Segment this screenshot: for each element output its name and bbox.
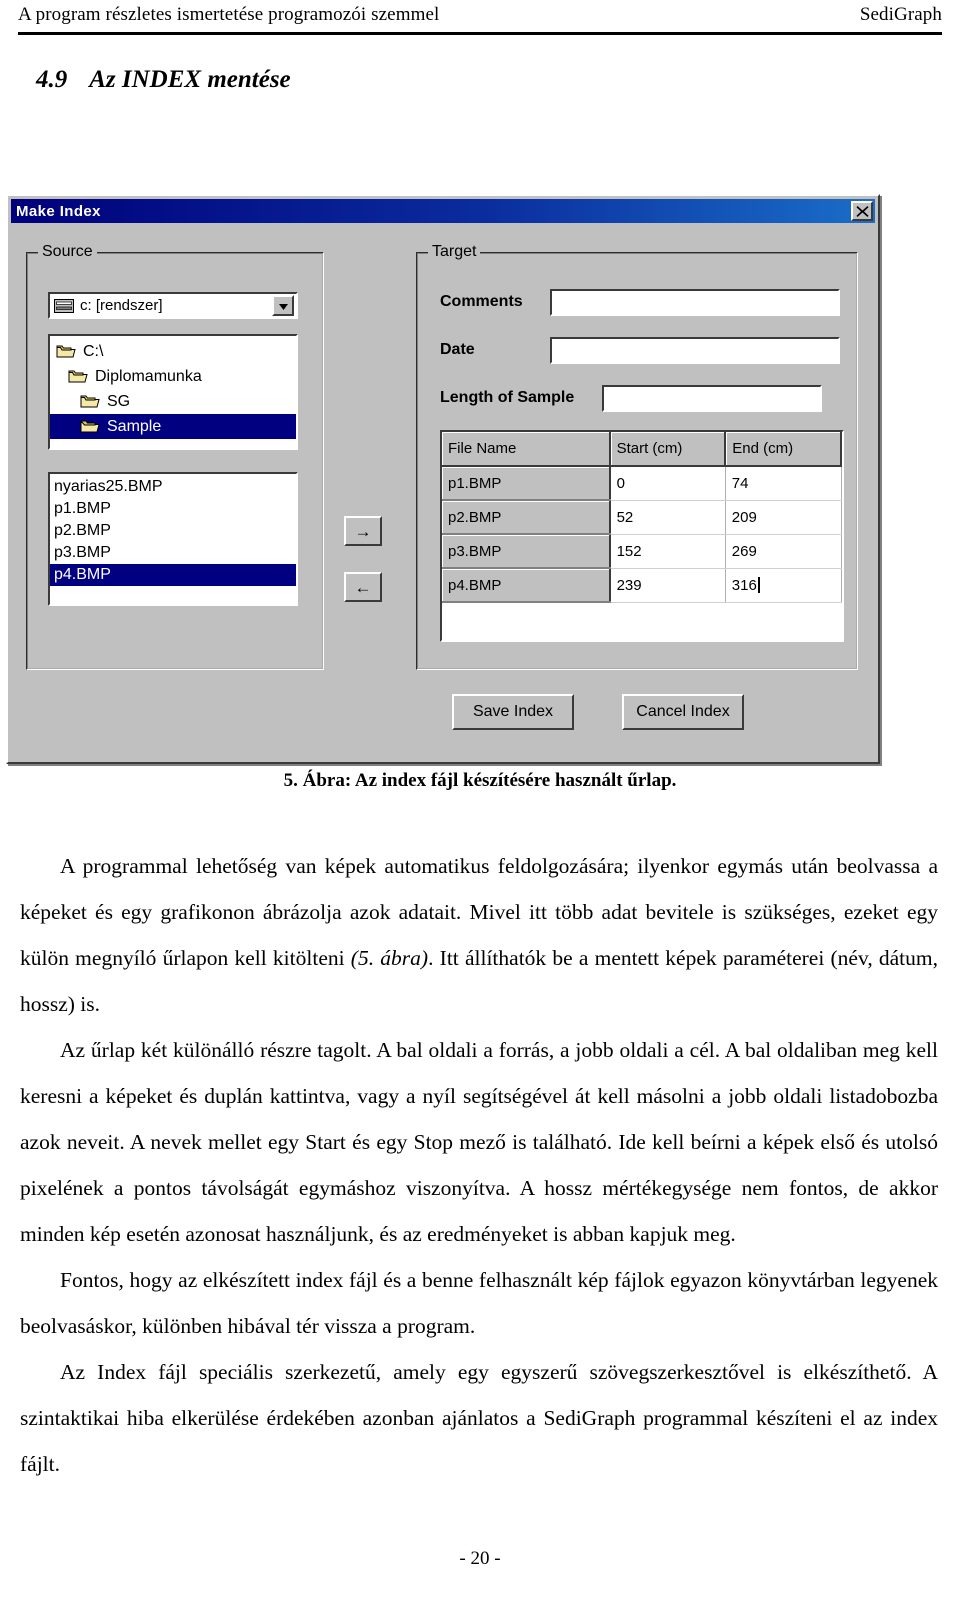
run: Az űrlap két különálló részre tagolt. A … xyxy=(20,1038,938,1246)
drive-dropdown-button[interactable] xyxy=(272,295,294,316)
run: Fontos, hogy az elkészített index fájl é… xyxy=(20,1268,938,1338)
cell-start[interactable]: 52 xyxy=(609,500,726,535)
grid-header-row: File Name Start (cm) End (cm) xyxy=(442,432,842,467)
folder-open-icon xyxy=(80,394,100,409)
chevron-down-icon xyxy=(278,297,288,315)
header-left-text: A program részletes ismertetése programo… xyxy=(18,4,440,25)
running-header: A program részletes ismertetése programo… xyxy=(18,4,942,34)
drive-select[interactable]: c: [rendszer] xyxy=(48,292,298,319)
folder-open-selected-icon xyxy=(80,419,100,434)
paragraph-2: Az űrlap két különálló részre tagolt. A … xyxy=(20,1027,938,1257)
drive-icon xyxy=(54,298,74,313)
date-field-row: Date xyxy=(440,336,840,364)
length-of-sample-label: Length of Sample xyxy=(440,389,575,406)
save-index-button[interactable]: Save Index xyxy=(452,694,574,730)
list-item[interactable]: p2.BMP xyxy=(50,520,296,542)
body-text: A programmal lehetőség van képek automat… xyxy=(20,843,938,1487)
cancel-index-button[interactable]: Cancel Index xyxy=(622,694,744,730)
list-item[interactable]: p1.BMP xyxy=(50,498,296,520)
table-row[interactable]: p3.BMP 152 269 xyxy=(442,534,842,569)
drive-select-value: c: [rendszer] xyxy=(80,297,163,314)
tree-item-sg[interactable]: SG xyxy=(50,389,296,414)
header-divider xyxy=(18,32,942,35)
table-row[interactable]: p1.BMP 0 74 xyxy=(442,466,842,501)
text-caret xyxy=(757,576,760,593)
cell-file-name[interactable]: p1.BMP xyxy=(442,466,611,501)
target-groupbox: Target Comments Date Length of Sample Fi… xyxy=(416,243,858,670)
paragraph-3: Fontos, hogy az elkészített index fájl é… xyxy=(20,1257,938,1349)
tree-item-label: SG xyxy=(107,392,131,410)
length-of-sample-input[interactable] xyxy=(602,384,822,412)
tree-item-diplomamunka[interactable]: Diplomamunka xyxy=(50,364,296,389)
cell-start[interactable]: 239 xyxy=(609,568,726,603)
comments-label: Comments xyxy=(440,293,523,310)
cell-end[interactable]: 269 xyxy=(725,534,842,569)
column-header-file-name[interactable]: File Name xyxy=(442,432,611,467)
move-left-button[interactable]: ← xyxy=(344,572,382,602)
arrow-left-icon: ← xyxy=(354,577,372,597)
index-grid[interactable]: File Name Start (cm) End (cm) p1.BMP 0 7… xyxy=(440,430,844,642)
folder-open-icon xyxy=(56,344,76,359)
list-item-selected[interactable]: p4.BMP xyxy=(50,564,296,586)
source-file-list[interactable]: nyarias25.BMP p1.BMP p2.BMP p3.BMP p4.BM… xyxy=(48,472,298,606)
source-groupbox: Source c: [rendszer] C:\ Diplomamunka SG… xyxy=(26,243,324,670)
figure-caption: 5. Ábra: Az index fájl készítésére haszn… xyxy=(283,770,677,791)
dialog-titlebar[interactable]: Make Index xyxy=(11,199,875,223)
target-legend: Target xyxy=(428,243,481,261)
section-number: 4.9 xyxy=(36,66,68,93)
comments-input[interactable] xyxy=(550,288,840,316)
cell-end-value: 316 xyxy=(731,576,757,594)
folder-open-icon xyxy=(68,369,88,384)
paragraph-1: A programmal lehetőség van képek automat… xyxy=(20,843,938,1027)
tree-item-label: Sample xyxy=(107,417,162,435)
comments-field-row: Comments xyxy=(440,288,840,316)
list-item[interactable]: nyarias25.BMP xyxy=(50,476,296,498)
cell-start[interactable]: 152 xyxy=(609,534,726,569)
tree-item-sample[interactable]: Sample xyxy=(50,414,296,439)
make-index-dialog: Make Index Source c: [rendszer] C:\ Dipl… xyxy=(6,194,880,764)
tree-item-label: Diplomamunka xyxy=(95,367,202,385)
page-title: 4.9 Az INDEX mentése xyxy=(36,66,291,94)
cell-end-editing[interactable]: 316 xyxy=(725,568,842,603)
tree-item-root[interactable]: C:\ xyxy=(50,339,296,364)
move-right-button[interactable]: → xyxy=(344,516,382,546)
dialog-title: Make Index xyxy=(16,202,101,220)
column-header-end[interactable]: End (cm) xyxy=(725,432,842,467)
table-row[interactable]: p4.BMP 239 316 xyxy=(442,568,842,603)
paragraph-4: Az Index fájl speciális szerkezetű, amel… xyxy=(20,1349,938,1487)
run: Az Index fájl speciális szerkezetű, amel… xyxy=(20,1360,938,1476)
cell-file-name[interactable]: p2.BMP xyxy=(442,500,611,535)
close-button[interactable] xyxy=(851,201,873,221)
cell-end[interactable]: 74 xyxy=(725,466,842,501)
list-item[interactable]: p3.BMP xyxy=(50,542,296,564)
date-label: Date xyxy=(440,341,475,358)
index-grid-table: File Name Start (cm) End (cm) p1.BMP 0 7… xyxy=(442,432,842,603)
cell-file-name[interactable]: p3.BMP xyxy=(442,534,611,569)
date-input[interactable] xyxy=(550,336,840,364)
cell-end[interactable]: 209 xyxy=(725,500,842,535)
tree-item-label: C:\ xyxy=(83,342,104,360)
run-italic: (5. ábra) xyxy=(350,946,429,970)
folder-tree[interactable]: C:\ Diplomamunka SG Sample xyxy=(48,334,298,450)
header-right-text: SediGraph xyxy=(859,4,942,25)
table-row[interactable]: p2.BMP 52 209 xyxy=(442,500,842,535)
source-legend: Source xyxy=(38,243,97,261)
column-header-start[interactable]: Start (cm) xyxy=(609,432,727,467)
section-title: Az INDEX mentése xyxy=(89,66,291,93)
cell-file-name[interactable]: p4.BMP xyxy=(442,568,611,603)
arrow-right-icon: → xyxy=(354,521,372,541)
page-number: - 20 - xyxy=(459,1548,501,1569)
cell-start[interactable]: 0 xyxy=(609,466,726,501)
length-field-row: Length of Sample xyxy=(440,384,822,412)
